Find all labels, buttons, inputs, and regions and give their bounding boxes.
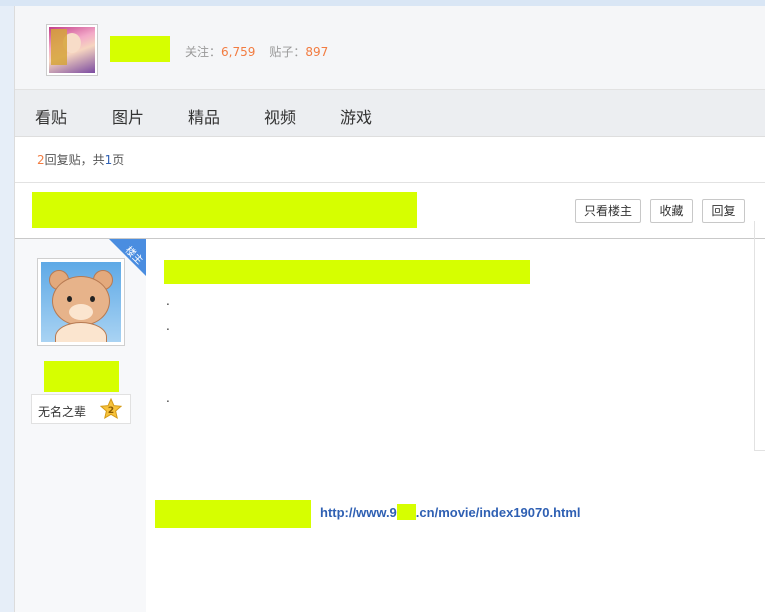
post-content: . . . http://www.9 .cn/movie/index19070.h… (155, 239, 765, 612)
level-number: 2 (108, 406, 114, 416)
forum-avatar-image (49, 27, 95, 73)
author-column: 无名之辈 2 (15, 239, 146, 612)
content-dot: . (166, 391, 170, 405)
tab-videos[interactable]: 视频 (264, 104, 296, 128)
tab-pictures[interactable]: 图片 (112, 104, 144, 128)
follow-label: 关注： (185, 45, 222, 59)
page-suffix: 页 (112, 153, 125, 167)
content-dot: . (166, 319, 170, 333)
link-label-redacted (155, 500, 311, 528)
posts-label: 贴子： (269, 45, 306, 59)
only-op-button[interactable]: 只看楼主 (575, 199, 641, 223)
tab-games[interactable]: 游戏 (340, 104, 372, 128)
reply-count: 2 (37, 153, 45, 167)
thread-title-bar: 只看楼主 收藏 回复 (15, 182, 765, 239)
tab-view-posts[interactable]: 看贴 (35, 104, 67, 128)
op-badge-label: 楼主 (122, 244, 145, 267)
author-level-title: 无名之辈 (38, 405, 87, 419)
favorite-button[interactable]: 收藏 (650, 199, 693, 223)
link-prefix: http://www.9 (320, 505, 397, 520)
forum-stats: 关注：6,759 贴子：897 (185, 43, 328, 60)
content-line-redacted (164, 260, 530, 284)
forum-header: 关注：6,759 贴子：897 (15, 6, 765, 90)
tab-featured[interactable]: 精品 (188, 104, 220, 128)
author-name-redacted[interactable] (44, 361, 119, 392)
forum-name-redacted[interactable] (110, 36, 170, 62)
right-rail (754, 221, 765, 451)
follow-count: 6,759 (221, 45, 256, 59)
level-star-icon: 2 (100, 398, 122, 420)
link-suffix: .cn/movie/index19070.html (415, 505, 581, 520)
thread-title-redacted (32, 192, 417, 228)
post: 无名之辈 2 楼主 . . . http://www.9 .cn/movie/in… (15, 239, 765, 612)
tab-bar: 看贴 图片 精品 视频 游戏 (15, 90, 765, 137)
reply-info: 2回复贴，共1页 (37, 151, 124, 168)
reply-button[interactable]: 回复 (702, 199, 745, 223)
reply-text: 回复贴，共 (44, 153, 105, 167)
page: 关注：6,759 贴子：897 看贴 图片 精品 视频 游戏 2回复贴，共1页 只… (14, 6, 765, 612)
author-level-badge[interactable]: 无名之辈 2 (31, 394, 131, 424)
link-redaction (396, 504, 416, 520)
op-badge: 楼主 (109, 239, 146, 276)
content-dot: . (166, 294, 170, 308)
posts-count: 897 (305, 45, 329, 59)
forum-avatar[interactable] (46, 24, 98, 76)
movie-link[interactable]: http://www.9 .cn/movie/index19070.html (320, 504, 581, 520)
